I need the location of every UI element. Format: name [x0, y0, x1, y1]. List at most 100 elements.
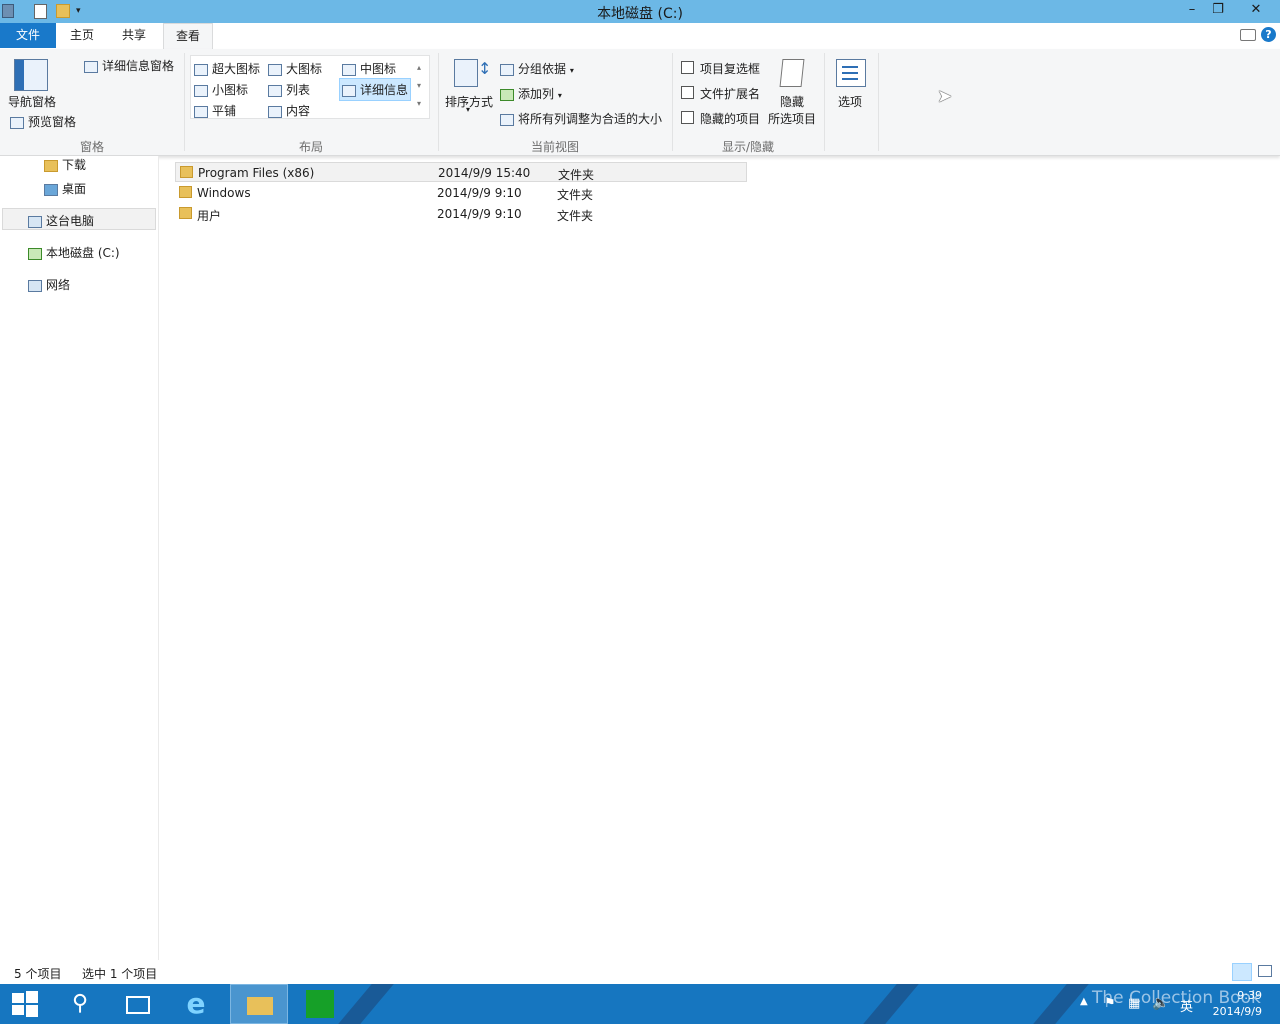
nav-item-label: 这台电脑 [46, 214, 95, 228]
add-columns-button[interactable]: 添加列 ▾ [500, 85, 562, 102]
network-tray-icon[interactable]: ▦ [1128, 996, 1140, 1011]
file-extensions-label: 文件扩展名 [700, 87, 761, 101]
gallery-scroll-controls[interactable]: ▴ ▾ ▾ [417, 59, 421, 113]
ribbon-separator [824, 53, 825, 151]
file-name: 用户 [197, 209, 222, 223]
layout-medium-icons[interactable]: 中图标 [342, 60, 396, 77]
small-icons-icon [194, 84, 208, 97]
layout-group-label: 布局 [298, 140, 323, 154]
layout-option-label: 小图标 [212, 83, 249, 97]
hide-selected-icon[interactable] [779, 59, 805, 87]
layout-large-icons[interactable]: 大图标 [268, 60, 322, 77]
navigation-pane: 下载 桌面 这台电脑 本地磁盘 (C:) 网络 [0, 156, 159, 960]
help-icon[interactable]: ? [1261, 27, 1276, 42]
size-all-columns-label: 将所有列调整为合适的大小 [518, 112, 663, 126]
layout-option-label: 中图标 [360, 62, 397, 76]
ribbon-tabs: 文件 主页 共享 查看 ? [0, 23, 1280, 50]
details-icon [342, 84, 356, 97]
flag-icon[interactable]: ⚑ [1104, 996, 1116, 1011]
layout-option-label: 大图标 [286, 62, 323, 76]
restore-button[interactable]: ❐ [1204, 0, 1232, 22]
navigation-pane-icon[interactable] [14, 59, 48, 91]
layout-details[interactable]: 详细信息 [339, 78, 412, 101]
pin-ribbon-icon[interactable] [1240, 29, 1256, 41]
input-language[interactable]: 英 [1180, 996, 1193, 1015]
volume-icon[interactable]: 🔈 [1152, 995, 1169, 1011]
layout-small-icons[interactable]: 小图标 [194, 81, 248, 98]
task-view-icon[interactable] [110, 984, 166, 1024]
tab-view[interactable]: 查看 [163, 23, 213, 50]
nav-item-label: 网络 [46, 278, 71, 292]
layout-tiles[interactable]: 平铺 [194, 102, 236, 119]
wallpaper-stripe [863, 984, 919, 1024]
search-icon[interactable]: ⚲ [52, 984, 108, 1024]
tab-share[interactable]: 共享 [110, 23, 158, 48]
tab-home[interactable]: 主页 [58, 23, 106, 48]
file-date: 2014/9/9 9:10 [437, 207, 522, 221]
layout-extra-large-icons[interactable]: 超大图标 [194, 60, 260, 77]
layout-content[interactable]: 内容 [268, 102, 310, 119]
clock[interactable]: 9:39 2014/9/9 [1206, 988, 1262, 1020]
hidden-items-label: 隐藏的项目 [700, 112, 761, 126]
layout-option-label: 平铺 [212, 104, 237, 118]
chevron-down-icon: ▾ [557, 91, 562, 100]
file-name: Windows [197, 186, 251, 200]
options-button[interactable]: 选项 [838, 93, 862, 110]
show-hide-group-label: 显示/隐藏 [721, 140, 775, 154]
hide-selected-button[interactable]: 隐藏 [780, 93, 804, 110]
file-name: Program Files (x86) [198, 166, 315, 180]
size-columns-icon [500, 113, 514, 126]
taskbar: ⚲ e The Collection Book ▲ ⚑ ▦ 🔈 英 9:39 2… [0, 984, 1280, 1024]
extra-large-icons-icon [194, 63, 208, 76]
details-pane-button[interactable]: 详细信息窗格 [84, 57, 174, 74]
sort-arrow-icon: ↕ [478, 59, 492, 78]
layout-option-label: 列表 [286, 83, 311, 97]
size-all-columns-button[interactable]: 将所有列调整为合适的大小 [500, 110, 662, 127]
navigation-pane-button[interactable]: 导航窗格 [8, 93, 56, 110]
store-icon[interactable] [292, 984, 348, 1024]
file-row[interactable]: Program Files (x86) 2014/9/9 15:40 文件夹 [175, 162, 747, 182]
file-type: 文件夹 [557, 188, 594, 202]
file-date: 2014/9/9 15:40 [438, 166, 531, 180]
computer-icon [28, 215, 42, 228]
chevron-down-icon: ▾ [569, 66, 574, 75]
network-icon [28, 279, 42, 292]
downloads-folder-icon [44, 159, 58, 172]
file-type: 文件夹 [557, 209, 594, 223]
file-extensions-checkbox[interactable] [681, 86, 694, 99]
nav-item-network[interactable]: 网络 [28, 276, 70, 293]
tab-file[interactable]: 文件 [0, 23, 56, 48]
ribbon-separator [672, 53, 673, 151]
hidden-items-checkbox[interactable] [681, 111, 694, 124]
clock-date: 2014/9/9 [1212, 1005, 1262, 1018]
group-by-label: 分组依据 [518, 62, 567, 76]
show-hidden-icons-icon[interactable]: ▲ [1080, 996, 1088, 1007]
layout-option-label: 详细信息 [360, 83, 409, 97]
item-checkboxes-checkbox[interactable] [681, 61, 694, 74]
panes-group-label: 窗格 [79, 140, 104, 154]
details-view-icon[interactable] [1232, 963, 1252, 981]
options-icon[interactable] [836, 59, 866, 87]
preview-pane-button[interactable]: 预览窗格 [10, 113, 76, 130]
group-by-icon [500, 63, 514, 76]
sort-by-icon[interactable] [454, 59, 478, 87]
nav-item-local-disk[interactable]: 本地磁盘 (C:) [28, 244, 120, 261]
item-count: 5 个项目 [14, 967, 62, 981]
file-explorer-icon[interactable] [230, 984, 288, 1024]
group-by-button[interactable]: 分组依据 ▾ [500, 60, 574, 77]
nav-item-downloads[interactable]: 下载 [44, 156, 86, 173]
mouse-cursor-icon: ➤ [937, 86, 953, 107]
layout-option-label: 内容 [286, 104, 311, 118]
current-view-group-label: 当前视图 [530, 140, 579, 154]
clock-time: 9:39 [1237, 989, 1262, 1002]
file-row[interactable]: 用户 2014/9/9 9:10 文件夹 [175, 204, 747, 224]
nav-item-this-pc[interactable]: 这台电脑 [28, 212, 94, 229]
layout-list[interactable]: 列表 [268, 81, 310, 98]
minimize-button[interactable]: – [1178, 0, 1206, 22]
nav-item-desktop[interactable]: 桌面 [44, 180, 86, 197]
internet-explorer-icon[interactable]: e [168, 984, 224, 1024]
close-button[interactable]: ✕ [1234, 0, 1278, 22]
file-row[interactable]: Windows 2014/9/9 9:10 文件夹 [175, 183, 747, 203]
large-icons-view-icon[interactable] [1258, 965, 1272, 977]
start-button[interactable] [0, 984, 56, 1024]
